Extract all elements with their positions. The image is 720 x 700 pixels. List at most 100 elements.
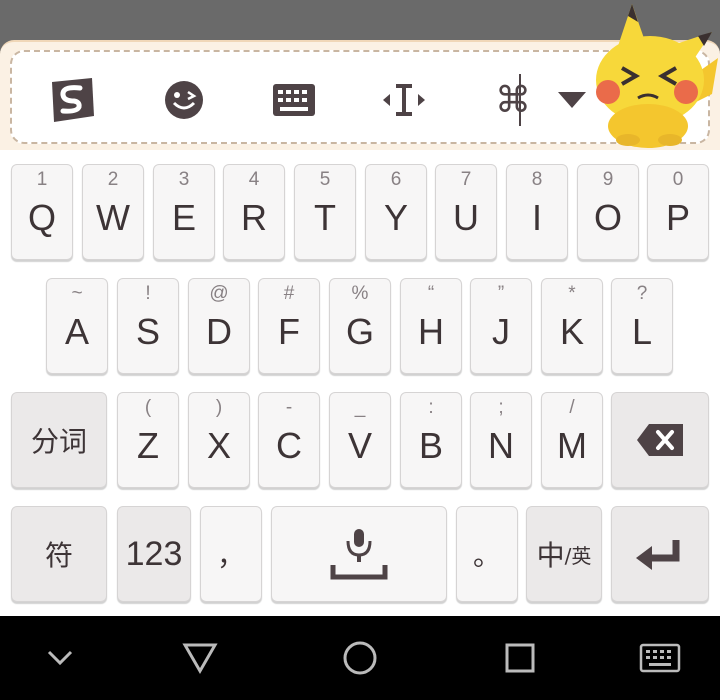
microphone-icon: [330, 529, 388, 580]
key-hint: :: [428, 397, 434, 418]
key-l[interactable]: ? L: [611, 278, 673, 374]
key-q[interactable]: 1Q: [11, 164, 73, 260]
key-g[interactable]: % G: [329, 278, 391, 374]
key-n[interactable]: ; N: [470, 392, 532, 488]
key-label: A: [64, 311, 89, 352]
key-hint: “: [427, 283, 435, 304]
space-voice-key[interactable]: [271, 506, 447, 602]
enter-icon: [636, 540, 680, 570]
key-label: X: [206, 425, 231, 466]
key-hint: ;: [498, 397, 504, 418]
cursor-move-icon[interactable]: [378, 74, 430, 126]
key-hint: 7: [460, 169, 472, 190]
key-label: W: [96, 197, 130, 238]
segment-key[interactable]: 分词: [11, 392, 107, 488]
key-f[interactable]: # F: [258, 278, 320, 374]
clipboard-icon[interactable]: ⌘: [484, 74, 536, 126]
key-label: H: [418, 311, 444, 352]
pikachu-mascot-icon: [588, 2, 720, 148]
key-label: M: [557, 425, 587, 466]
symbol-key-label: 符: [44, 539, 73, 572]
key-hint: 9: [602, 169, 614, 190]
key-hint: 3: [178, 169, 190, 190]
key-label: O: [593, 197, 622, 238]
key-hint: 8: [531, 169, 543, 190]
key-label: U: [453, 197, 479, 238]
symbol-key[interactable]: 符: [11, 506, 107, 602]
language-switch-key[interactable]: 中/英: [526, 506, 602, 602]
key-label: N: [488, 425, 514, 466]
key-label: V: [347, 425, 372, 466]
key-label: F: [278, 311, 300, 352]
key-r[interactable]: 4R: [223, 164, 285, 260]
key-x[interactable]: ) X: [188, 392, 250, 488]
key-label: D: [206, 311, 232, 352]
key-hint: (: [144, 397, 152, 418]
key-y[interactable]: 6Y: [365, 164, 427, 260]
key-hint: #: [283, 283, 295, 304]
navigation-bar: [0, 616, 720, 700]
key-label: Q: [27, 197, 56, 238]
home-icon[interactable]: [340, 638, 380, 678]
period-key-label: 。: [472, 539, 501, 572]
key-w[interactable]: 2W: [82, 164, 144, 260]
key-hint: 4: [248, 169, 260, 190]
period-key[interactable]: 。: [456, 506, 518, 602]
key-h[interactable]: “H: [400, 278, 462, 374]
backspace-icon: [637, 424, 683, 456]
key-p[interactable]: 0P: [647, 164, 709, 260]
key-k[interactable]: * K: [541, 278, 603, 374]
numeric-key[interactable]: 123: [117, 506, 191, 602]
key-label: P: [665, 197, 690, 238]
key-hint: 0: [672, 169, 684, 190]
key-label: B: [418, 425, 443, 466]
sogou-logo-icon[interactable]: [46, 74, 98, 126]
key-label: Y: [383, 197, 408, 238]
comma-key[interactable]: ，: [200, 506, 262, 602]
key-label: Z: [137, 425, 159, 466]
key-z[interactable]: (Z: [117, 392, 179, 488]
key-m[interactable]: / M: [541, 392, 603, 488]
key-v[interactable]: _ V: [329, 392, 391, 488]
key-label: E: [171, 197, 196, 238]
key-label: L: [631, 311, 653, 352]
key-i[interactable]: 8I: [506, 164, 568, 260]
key-label: S: [135, 311, 160, 352]
key-hint: 1: [36, 169, 48, 190]
key-hint: _: [354, 397, 366, 418]
enter-key[interactable]: [611, 506, 709, 602]
recents-icon[interactable]: [500, 638, 540, 678]
key-hint: %: [351, 283, 369, 304]
key-hint: ?: [636, 283, 648, 304]
key-o[interactable]: 9O: [577, 164, 639, 260]
chevron-down-icon[interactable]: [40, 638, 80, 678]
key-hint: @: [209, 283, 229, 304]
lang-main-label: 中: [536, 539, 565, 572]
backspace-key[interactable]: [611, 392, 709, 488]
key-j[interactable]: ” J: [470, 278, 532, 374]
key-e[interactable]: 3E: [153, 164, 215, 260]
key-hint: /: [569, 397, 575, 418]
back-icon[interactable]: [180, 638, 220, 678]
key-d[interactable]: @ D: [188, 278, 250, 374]
key-label: J: [492, 311, 510, 352]
keyboard-icon[interactable]: [268, 74, 320, 126]
key-u[interactable]: 7U: [435, 164, 497, 260]
key-s[interactable]: ! S: [117, 278, 179, 374]
key-label: K: [559, 311, 584, 352]
key-hint: ”: [497, 283, 505, 304]
segment-key-label: 分词: [30, 425, 87, 458]
key-t[interactable]: 5T: [294, 164, 356, 260]
key-hint: ~: [71, 283, 83, 304]
key-a[interactable]: ~ A: [46, 278, 108, 374]
key-c[interactable]: -C: [258, 392, 320, 488]
key-hint: 6: [390, 169, 402, 190]
key-hint: ): [215, 397, 223, 418]
key-label: C: [276, 425, 302, 466]
key-label: I: [531, 197, 542, 238]
emoji-icon[interactable]: [158, 74, 210, 126]
keyboard-switch-icon[interactable]: [638, 638, 682, 678]
comma-key-label: ，: [216, 539, 245, 572]
key-label: R: [241, 197, 267, 238]
key-b[interactable]: :B: [400, 392, 462, 488]
